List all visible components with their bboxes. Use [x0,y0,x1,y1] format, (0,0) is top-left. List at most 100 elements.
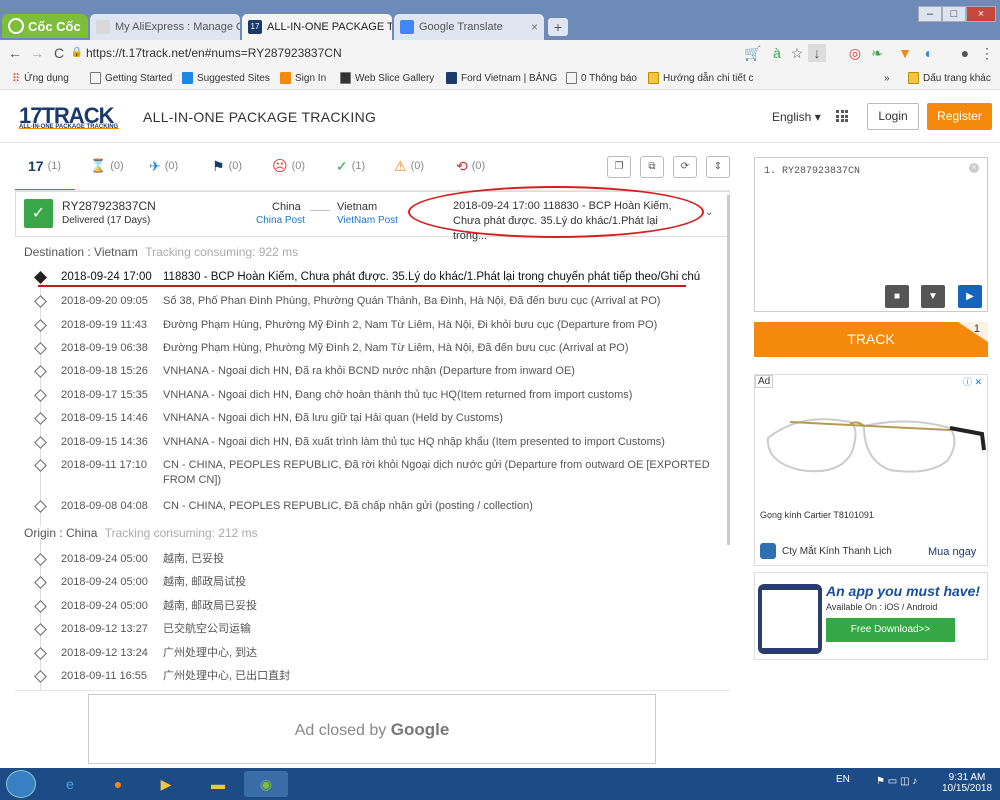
minimize-button[interactable]: – [918,6,942,22]
collapse-chevron-icon[interactable]: ⌄ [705,207,713,218]
copy-all-icon[interactable]: ⧉ [640,156,664,178]
explorer-icon[interactable]: ▬ [196,771,240,797]
overflow-label: » [884,72,890,84]
origin-meta: Tracking consuming: 212 ms [104,526,258,540]
close-tab-icon[interactable]: × [531,20,538,34]
bookmark-other[interactable]: Dấu trang khác [908,70,991,86]
login-button[interactable]: Login [867,103,919,130]
truck-icon[interactable]: ▶ [958,285,982,308]
free-download-button[interactable]: Free Download>> [826,618,955,642]
event-text: 越南, 邮政局已妥投 [163,600,258,612]
bookmark-suggested-sites[interactable]: Suggested Sites [182,70,270,86]
origin-carrier-link[interactable]: China Post [256,215,305,226]
buy-now-link[interactable]: Mua ngay [928,546,976,558]
star-icon[interactable]: ☆ [788,44,806,62]
browser-logo[interactable]: Cốc Cốc [2,14,88,38]
status-count: (0) [164,160,179,172]
extension-icon[interactable]: ◐ [920,44,938,62]
tab-aliexpress[interactable]: My AliExpress : Manage O × [90,14,240,40]
tab-status-alert[interactable]: ⚠ (0) [394,156,424,176]
apps-grid-icon[interactable] [836,110,848,122]
filter-button-icon[interactable]: ▼ [921,285,945,308]
status-count: (1) [351,160,366,172]
event-text: 广州处理中心, 到达 [163,647,258,659]
media-player-icon[interactable]: ▶ [144,771,188,797]
leaf-icon[interactable]: ❧ [868,44,886,62]
clear-icon[interactable]: × [969,163,979,173]
forward-icon[interactable]: → [28,44,46,62]
event-text: 已交航空公司运输 [163,623,251,635]
cart-icon[interactable]: 🛒 [744,44,762,62]
language-select[interactable]: English ▾ [772,110,821,124]
event-time: 2018-09-24 17:00 [61,271,152,283]
bookmark-ford[interactable]: Ford Vietnam | BẢNG [446,70,557,86]
scrollbar[interactable] [727,195,730,545]
tab-status-expired[interactable]: ⟲ (0) [456,156,485,176]
ad-choices-icon[interactable]: ⓘ ✕ [963,375,982,388]
event-time: 2018-09-12 13:24 [61,647,148,659]
bookmark-getting-started[interactable]: Getting Started [90,70,172,86]
back-icon[interactable]: ← [6,44,24,62]
tab-google-translate[interactable]: Google Translate × [394,14,544,40]
event-text: 越南, 邮政局试投 [163,576,247,588]
translate-icon[interactable]: à [768,44,786,62]
refresh-icon[interactable]: ⟳ [673,156,697,178]
menu-icon[interactable]: ⋮ [978,44,996,62]
timeline-dot-icon [34,623,47,636]
event-time: 2018-09-18 15:26 [61,365,148,377]
clock[interactable]: 9:31 AM 10/15/2018 [942,772,992,794]
ie-icon[interactable]: e [48,771,92,797]
tab-status-all[interactable]: 17 (1) [28,156,61,176]
address-bar[interactable]: https://t.17track.net/en#nums=RY28792383… [86,43,646,63]
trash-icon[interactable]: ■ [885,285,909,308]
bookmark-web-slice[interactable]: Web Slice Gallery [340,70,434,86]
event-row: 2018-09-17 15:35 VNHANA - Ngoai dich HN, … [34,388,720,403]
bookmarks-overflow[interactable]: » [884,70,890,86]
all-icon: 17 [28,158,44,174]
tab-status-not-found[interactable]: ⌛ (0) [90,156,124,176]
chrome-icon[interactable]: ◎ [846,44,864,62]
browser-name: Cốc Cốc [28,18,81,34]
destination-carrier-link[interactable]: VietNam Post [337,215,398,226]
download-icon[interactable]: ↓ [808,44,826,62]
tray-icons[interactable]: ⚑ ▭ ◫ ♪ [876,776,917,787]
bookmark-label: Dấu trang khác [923,72,991,84]
event-text: VNHANA - Ngoai dich HN, Đang chờ hoàn th… [163,389,633,401]
event-row: 2018-09-18 15:26 VNHANA - Ngoai dich HN, … [34,364,720,379]
event-text: CN - CHINA, PEOPLES REPUBLIC, Đã rời khỏ… [163,459,710,486]
input-language[interactable]: EN [836,774,850,785]
profile-icon[interactable]: ● [956,44,974,62]
reload-icon[interactable]: C [50,44,68,62]
tab-status-in-transit[interactable]: ✈ (0) [149,156,178,176]
check-icon: ✓ [336,157,348,174]
filter-icon[interactable]: ▼ [896,44,914,62]
coccoc-taskbar-icon[interactable]: ◉ [244,771,288,797]
bookmark-guide[interactable]: Hướng dẫn chi tiết c [648,70,754,86]
bookmark-notifications[interactable]: 0 Thông báo [566,70,637,86]
timeline-dot-icon [34,670,47,683]
advertiser-logo-icon [760,543,776,559]
new-tab-button[interactable]: + [548,18,568,36]
bookmark-apps[interactable]: ⠿ Ứng dụng [12,70,69,86]
tab-17track[interactable]: 17 ALL-IN-ONE PACKAGE TRAC × [242,14,392,40]
tab-status-delivered[interactable]: ✓ (1) [336,156,365,176]
start-button[interactable] [6,770,36,798]
maximize-button[interactable]: □ [942,6,966,22]
copy-icon[interactable]: ❐ [607,156,631,178]
event-row: 2018-09-15 14:36 VNHANA - Ngoai dich HN, … [34,435,720,450]
tab-status-pick-up[interactable]: ⚑ (0) [212,156,242,176]
tab-status-undelivered[interactable]: ☹ (0) [272,156,305,176]
timeline-dot-icon [34,500,47,513]
route-arrow-icon [310,210,330,211]
firefox-icon[interactable]: ● [96,771,140,797]
origin-country: China [272,201,301,213]
bookmark-label: Ứng dụng [24,72,69,84]
tracking-numbers-input[interactable] [754,157,988,312]
register-button[interactable]: Register [927,103,992,130]
origin-header: Origin : China Tracking consuming: 212 m… [24,526,258,540]
bookmark-sign-in[interactable]: Sign In [280,70,326,86]
expand-icon[interactable]: ⇕ [706,156,730,178]
close-window-button[interactable]: × [966,6,996,22]
track-button[interactable]: TRACK [754,322,988,357]
event-row: 2018-09-24 05:00 越南, 邮政局试投 [34,575,720,590]
